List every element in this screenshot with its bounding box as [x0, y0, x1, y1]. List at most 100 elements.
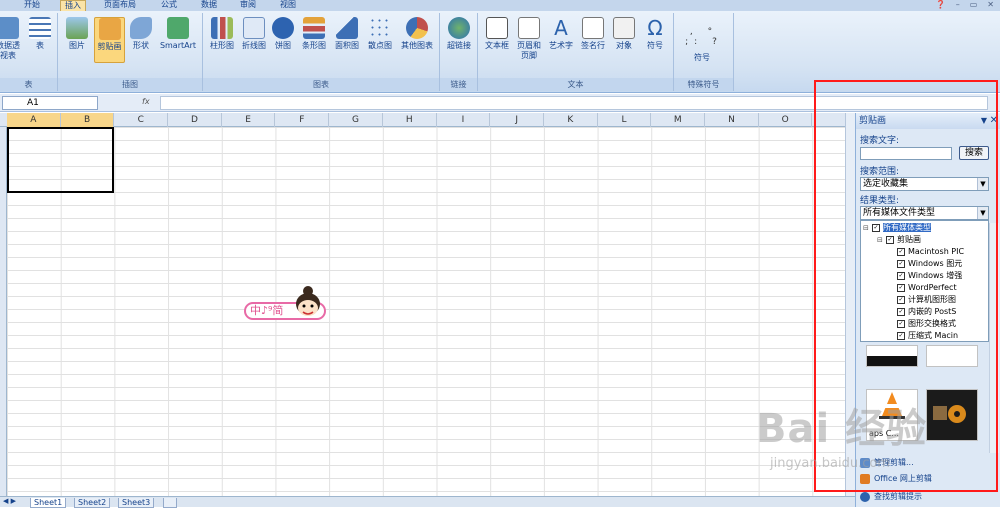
smartart-icon [167, 17, 189, 39]
clip-art-button[interactable]: 剪贴画 [94, 17, 125, 63]
line-chart-button[interactable]: 折线图 [239, 17, 269, 51]
column-header-j[interactable]: J [490, 113, 544, 127]
pane-close-icon[interactable]: ✕ [990, 113, 998, 129]
hyperlink-button[interactable]: 超链接 [444, 17, 474, 51]
pivot-table-button[interactable]: 数据透视表 [0, 17, 22, 61]
column-chart-button[interactable]: 柱形图 [207, 17, 237, 51]
name-box[interactable]: A1 [2, 96, 98, 110]
tree-item[interactable]: ✓ 内嵌的 PostS [897, 306, 956, 318]
find-clips-tips-link[interactable]: 查找剪辑提示 [860, 491, 922, 502]
selected-range[interactable] [7, 127, 114, 193]
column-header-i[interactable]: I [437, 113, 491, 127]
help-icon[interactable]: ❓ [936, 0, 946, 11]
tab-page-layout[interactable]: 页面布局 [104, 0, 136, 11]
textbox-button[interactable]: 文本框 [482, 17, 512, 51]
punctuation-grid[interactable]: , ° ;: ? [680, 27, 728, 47]
column-header-f[interactable]: F [276, 113, 330, 127]
tree-item[interactable]: ✓ Windows 增强 [897, 270, 962, 282]
sheet-nav-icon[interactable]: ◀ ▶ [3, 497, 16, 505]
row-headers [0, 127, 7, 496]
column-header-e[interactable]: E [222, 113, 276, 127]
scatter-chart-button[interactable]: 散点图 [365, 17, 395, 51]
smartart-button[interactable]: SmartArt [156, 17, 200, 51]
picture-icon [66, 17, 88, 39]
clip-thumbnail[interactable] [926, 345, 978, 367]
clip-thumbnail[interactable] [926, 389, 978, 441]
search-button[interactable]: 搜索 [959, 146, 989, 160]
ribbon-tabs: 开始 插入 页面布局 公式 数据 审阅 视图 ❓ – ▭ ✕ [0, 0, 1000, 11]
scatter-chart-icon [369, 17, 391, 39]
special-symbol-button[interactable]: 符号 [682, 53, 722, 63]
tab-view[interactable]: 视图 [280, 0, 296, 11]
tab-insert[interactable]: 插入 [60, 0, 86, 11]
wordart-button[interactable]: A 艺术字 [546, 17, 576, 51]
close-icon[interactable]: ✕ [987, 0, 994, 11]
group-charts: 柱形图 折线图 饼图 条形图 面积图 散点图 其他图表 图表 [203, 13, 440, 91]
search-input[interactable] [860, 147, 952, 160]
clip-art-sticker[interactable]: 中♪⁹简 [244, 284, 326, 324]
other-charts-button[interactable]: 其他图表 [397, 17, 437, 51]
tree-item[interactable]: ✓ Macintosh PIC [897, 246, 964, 258]
table-button[interactable]: 表 [27, 17, 53, 51]
column-header-a[interactable]: A [7, 113, 61, 127]
pane-menu-icon[interactable]: ▼ [981, 113, 987, 129]
minimize-icon[interactable]: – [956, 0, 960, 11]
column-header-g[interactable]: G [329, 113, 383, 127]
column-header-d[interactable]: D [168, 113, 222, 127]
clip-thumbnail[interactable] [866, 345, 918, 367]
column-header-b[interactable]: B [60, 113, 115, 127]
chevron-down-icon[interactable]: ▼ [977, 207, 988, 219]
worksheet-grid[interactable]: ABCDEFGHIJKLMNO [0, 113, 845, 496]
tree-item[interactable]: ✓ 压缩式 Macin [897, 330, 958, 341]
tab-data[interactable]: 数据 [201, 0, 217, 11]
media-type-tree[interactable]: ⊟ ✓ 所有媒体类型 ⊟ ✓ 剪贴画 ✓ Macintosh PIC ✓ Windows 图… [860, 220, 989, 342]
restore-icon[interactable]: ▭ [970, 0, 978, 11]
formula-bar: A1 fx [0, 94, 1000, 112]
tree-item[interactable]: ⊟ ✓ 剪贴画 [877, 234, 921, 246]
object-button[interactable]: 对象 [610, 17, 638, 51]
bar-chart-button[interactable]: 条形图 [299, 17, 329, 51]
tab-formulas[interactable]: 公式 [161, 0, 177, 11]
cartoon-head-icon [296, 286, 320, 316]
group-label-illustrations: 插图 [58, 78, 202, 91]
pie-chart-button[interactable]: 饼图 [271, 17, 295, 51]
scope-select[interactable]: 选定收藏集 ▼ [860, 177, 989, 191]
formula-input[interactable] [160, 96, 988, 110]
column-header-l[interactable]: L [598, 113, 652, 127]
tab-home[interactable]: 开始 [24, 0, 40, 11]
tree-item[interactable]: ✓ 计算机图形图 [897, 294, 956, 306]
column-header-o[interactable]: O [759, 113, 813, 127]
wordart-icon: A [554, 16, 568, 40]
signature-line-button[interactable]: 签名行 [578, 17, 608, 51]
fx-icon[interactable]: fx [142, 97, 150, 106]
watermark-url: jingyan.baidu.com [770, 456, 890, 471]
cells[interactable] [7, 127, 845, 496]
area-chart-button[interactable]: 面积图 [332, 17, 362, 51]
symbol-button[interactable]: Ω 符号 [640, 17, 670, 51]
tree-item[interactable]: ⊟ ✓ 所有媒体类型 [863, 222, 931, 234]
pane-scrollbar[interactable] [989, 223, 999, 453]
watermark-logo: Bai 经验 [756, 406, 928, 452]
table-icon [29, 17, 51, 39]
column-header-c[interactable]: C [114, 113, 169, 127]
scope-label: 搜索范围: [860, 167, 900, 177]
office-online-link[interactable]: Office 网上剪辑 [860, 473, 932, 484]
column-header-h[interactable]: H [383, 113, 437, 127]
ribbon: 数据透视表 表 表 图片 剪贴画 形状 SmartArt 插图 柱形图 折线图 … [0, 11, 1000, 93]
shapes-button[interactable]: 形状 [128, 17, 154, 51]
object-icon [613, 17, 635, 39]
tree-item[interactable]: ✓ WordPerfect [897, 282, 957, 294]
other-charts-icon [406, 17, 428, 39]
tree-item[interactable]: ✓ 图形交换格式 [897, 318, 956, 330]
tree-item[interactable]: ✓ Windows 图元 [897, 258, 962, 270]
type-select[interactable]: 所有媒体文件类型 ▼ [860, 206, 989, 220]
tab-review[interactable]: 审阅 [240, 0, 256, 11]
group-label-text: 文本 [478, 78, 673, 91]
column-header-m[interactable]: M [651, 113, 706, 127]
picture-button[interactable]: 图片 [64, 17, 90, 51]
header-footer-button[interactable]: 页眉和页脚 [514, 17, 544, 61]
chevron-down-icon[interactable]: ▼ [977, 178, 988, 190]
column-header-k[interactable]: K [544, 113, 598, 127]
column-header-n[interactable]: N [705, 113, 759, 127]
window-controls: ❓ – ▭ ✕ [936, 0, 994, 11]
